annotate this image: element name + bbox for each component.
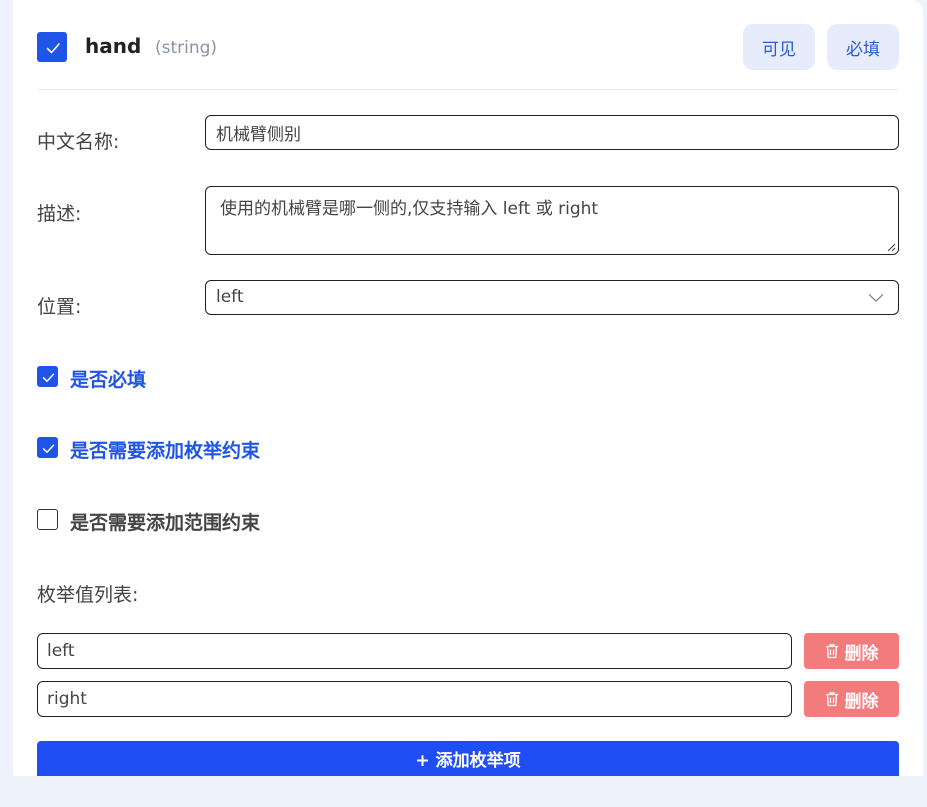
description-textarea[interactable]: 使用的机械臂是哪一侧的,仅支持输入 left 或 right [205, 186, 899, 255]
description-label: 描述: [37, 203, 82, 225]
enum-item-input[interactable] [37, 681, 792, 717]
chinese-name-label: 中文名称: [37, 131, 120, 153]
delete-label: 删除 [844, 691, 879, 712]
resize-grip-icon[interactable] [886, 242, 896, 252]
field-type: (string) [155, 38, 218, 58]
trash-icon [825, 644, 838, 659]
visible-button[interactable]: 可见 [743, 24, 815, 70]
chevron-down-icon [868, 294, 884, 302]
delete-enum-button[interactable]: 删除 [804, 681, 899, 717]
add-enum-button[interactable]: + 添加枚举项 [37, 741, 899, 776]
position-label: 位置: [37, 296, 82, 318]
enum-item-input[interactable] [37, 633, 792, 669]
checkmark-icon [42, 373, 55, 382]
required-button[interactable]: 必填 [827, 24, 899, 70]
enum-list-label: 枚举值列表: [37, 584, 139, 606]
description-text: 使用的机械臂是哪一侧的,仅支持输入 left 或 right [220, 199, 599, 219]
checkmark-icon [46, 43, 60, 54]
range-constraint-checkbox[interactable] [37, 509, 58, 530]
enum-constraint-checkbox[interactable] [37, 437, 58, 458]
delete-enum-button[interactable]: 删除 [804, 633, 899, 669]
field-name: hand [85, 34, 142, 58]
position-select[interactable]: left [205, 280, 899, 315]
delete-label: 删除 [844, 643, 879, 664]
range-constraint-option-label[interactable]: 是否需要添加范围约束 [70, 508, 260, 535]
header-divider [37, 89, 899, 90]
field-enable-checkbox[interactable] [37, 32, 67, 62]
trash-icon [825, 692, 838, 707]
checkmark-icon [42, 444, 55, 453]
required-option-label[interactable]: 是否必填 [70, 365, 146, 392]
enum-constraint-option-label[interactable]: 是否需要添加枚举约束 [70, 436, 260, 463]
position-selected-value: left [216, 287, 244, 307]
chinese-name-input[interactable] [205, 115, 899, 150]
field-card: hand (string) 可见 必填 中文名称: 描述: 使用的机械臂是哪一侧… [13, 0, 923, 776]
required-checkbox[interactable] [37, 366, 58, 387]
